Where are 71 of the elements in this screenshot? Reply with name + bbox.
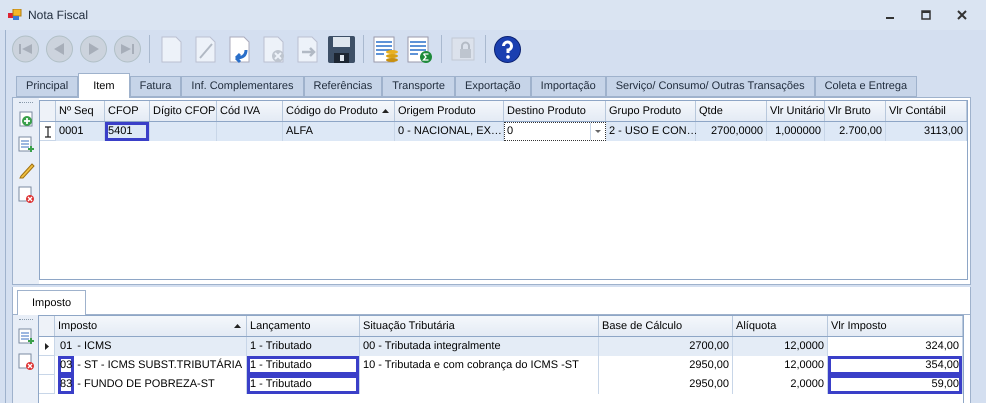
text-cursor-icon (44, 126, 52, 138)
column-header[interactable]: Qtde (696, 101, 767, 121)
column-header[interactable]: Vlr Unitário (767, 101, 825, 121)
column-header[interactable]: Origem Produto (395, 101, 504, 121)
delete-page-icon[interactable] (17, 185, 35, 204)
help-icon[interactable] (492, 34, 523, 64)
column-header[interactable]: Grupo Produto (606, 101, 696, 121)
column-header[interactable]: Código do Produto (283, 101, 395, 121)
window-title: Nota Fiscal (28, 7, 88, 24)
table-cell: 12,0000 (733, 356, 828, 375)
column-header[interactable]: Destino Produto (504, 101, 606, 121)
maximize-icon[interactable] (920, 9, 932, 21)
table-cell: 59,00 (828, 375, 963, 394)
tab[interactable]: Principal (16, 76, 78, 97)
table-cell: 1 - Tributado (247, 356, 360, 375)
table-cell: 2.700,00 (825, 122, 886, 141)
tab[interactable]: Inf. Complementares (181, 76, 304, 97)
table-cell: 1 - Tributado (247, 337, 360, 356)
add-page-icon[interactable] (17, 110, 35, 129)
table-cell: 1 - Tributado (247, 375, 360, 394)
table-cell: 10 - Tributada e com cobrança do ICMS -ST (360, 356, 599, 375)
table-cell: 2950,00 (599, 356, 733, 375)
column-header[interactable]: Nº Seq (56, 101, 105, 121)
column-header[interactable]: CFOP (105, 101, 150, 121)
table-cell: 00 - Tributada integralmente (360, 337, 599, 356)
column-header[interactable]: Dígito CFOP (150, 101, 217, 121)
table-cell: 2 - USO E CON… (606, 122, 696, 141)
sort-icon (233, 322, 242, 330)
column-header[interactable]: Imposto (55, 316, 247, 336)
list-add-icon[interactable] (16, 327, 34, 346)
dropdown-field[interactable]: 0 (504, 122, 606, 141)
sort-icon (381, 107, 390, 115)
table-cell: 5401 (105, 122, 150, 141)
table-cell: 3113,00 (886, 122, 967, 141)
table-cell: ALFA (283, 122, 395, 141)
grip-handle[interactable] (18, 319, 32, 321)
table-cell: 2700,00 (599, 337, 733, 356)
table-cell: 1,000000 (767, 122, 825, 141)
table-cell: 324,00 (828, 337, 963, 356)
close-icon[interactable] (956, 9, 968, 21)
table-cell: 2700,0000 (696, 122, 767, 141)
save-icon[interactable] (326, 34, 357, 64)
grip-handle[interactable] (19, 102, 33, 104)
tab[interactable]: Item (78, 73, 130, 98)
column-header[interactable]: Vlr Imposto (828, 316, 963, 336)
list-add-icon[interactable] (17, 135, 35, 154)
table-cell: 2950,00 (599, 375, 733, 394)
column-header[interactable]: Cód IVA (217, 101, 283, 121)
tab[interactable]: Coleta e Entrega (814, 76, 918, 97)
column-header[interactable]: Lançamento (247, 316, 360, 336)
table-cell: 2,0000 (733, 375, 828, 394)
column-header[interactable]: Vlr Contábil (886, 101, 967, 121)
tab[interactable]: Referências (304, 76, 382, 97)
table-cell: 0001 (56, 122, 105, 141)
delete-page-icon[interactable] (16, 352, 34, 371)
tab[interactable]: Exportação (455, 76, 531, 97)
column-header[interactable]: Vlr Bruto (825, 101, 886, 121)
tab[interactable]: Serviço/ Consumo/ Outras Transações (606, 76, 815, 97)
column-header[interactable]: Alíquota (733, 316, 828, 336)
table-cell: 01 - ICMS (55, 337, 247, 356)
column-header[interactable]: Situação Tributária (360, 316, 599, 336)
app-icon (8, 9, 22, 21)
tab[interactable]: Fatura (130, 76, 182, 97)
column-header[interactable]: Base de Cálculo (599, 316, 733, 336)
tab[interactable]: Importação (530, 76, 606, 97)
table-cell: 12,0000 (733, 337, 828, 356)
current-row-icon (44, 342, 50, 351)
tab[interactable]: Transporte (382, 76, 455, 97)
table-cell: 0 - NACIONAL, EX… (395, 122, 504, 141)
table-cell: 354,00 (828, 356, 963, 375)
tab[interactable]: Imposto (17, 290, 86, 315)
